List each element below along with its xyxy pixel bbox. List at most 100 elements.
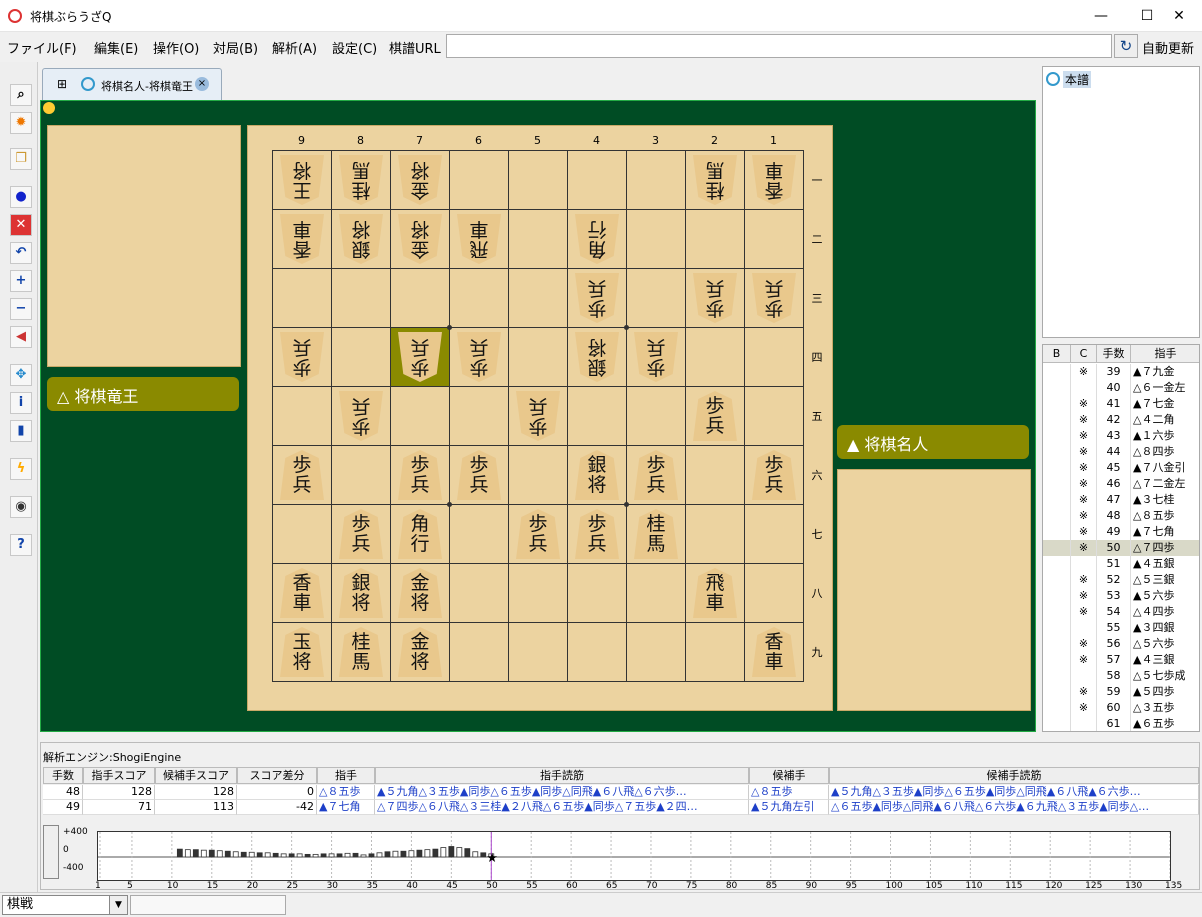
sente-piece[interactable]: 飛車: [693, 568, 737, 618]
analysis-header[interactable]: 候補手: [749, 767, 829, 784]
sente-piece[interactable]: 歩兵: [693, 391, 737, 441]
board-square[interactable]: [745, 564, 804, 623]
board-square[interactable]: [273, 269, 332, 328]
board-square[interactable]: [450, 623, 509, 682]
tab-game[interactable]: ⊞ 将棋名人-将棋竜王 ×: [42, 68, 222, 100]
sente-piece-stand[interactable]: [837, 469, 1031, 711]
board-square[interactable]: [509, 446, 568, 505]
kifu-row[interactable]: ※ 56 △５六歩: [1043, 636, 1199, 652]
analysis-header[interactable]: 候補手読筋: [829, 767, 1199, 784]
kifu-row[interactable]: ※ 47 ▲３七桂: [1043, 492, 1199, 508]
analysis-cell[interactable]: 71: [83, 800, 155, 815]
analysis-cell[interactable]: ▲５九角△３五歩▲同歩△６五歩▲同歩△同飛▲６八飛▲６六歩…: [829, 785, 1199, 800]
board-square[interactable]: [391, 269, 450, 328]
analysis-cell[interactable]: 0: [237, 785, 317, 800]
minus-icon[interactable]: −: [10, 298, 32, 320]
gote-piece[interactable]: 歩兵: [457, 332, 501, 382]
board-square[interactable]: [686, 623, 745, 682]
board-square[interactable]: [686, 446, 745, 505]
board-square[interactable]: [627, 564, 686, 623]
refresh-icon[interactable]: ↻: [1114, 34, 1138, 58]
kifu-header-move[interactable]: 指手: [1131, 345, 1199, 363]
kifu-row[interactable]: ※ 50 △７四歩: [1043, 540, 1199, 556]
analysis-cell[interactable]: ▲７七角: [317, 800, 375, 815]
analysis-cell[interactable]: 128: [155, 785, 237, 800]
board-square[interactable]: [273, 505, 332, 564]
sente-piece[interactable]: 桂馬: [634, 509, 678, 559]
board-square[interactable]: [509, 151, 568, 210]
kifu-row[interactable]: 51 ▲４五銀: [1043, 556, 1199, 572]
copy-icon[interactable]: ❐: [10, 148, 32, 170]
board-square[interactable]: [627, 623, 686, 682]
board-square[interactable]: [627, 210, 686, 269]
kifu-row[interactable]: 61 ▲６五歩: [1043, 716, 1199, 731]
kifu-row[interactable]: ※ 45 ▲７八金引: [1043, 460, 1199, 476]
analysis-header[interactable]: 手数: [43, 767, 83, 784]
analysis-cell[interactable]: △７四歩△６八飛△３三桂▲２八飛△６五歩▲同歩△７五歩▲２四…: [375, 800, 749, 815]
menu-file[interactable]: ファイル(F): [7, 38, 77, 57]
board-square[interactable]: [509, 623, 568, 682]
sente-piece[interactable]: 歩兵: [339, 509, 383, 559]
menu-match[interactable]: 対局(B): [213, 38, 258, 57]
analysis-cell[interactable]: △６五歩▲同歩△同飛▲６八飛△６六歩▲６九飛△３五歩▲同歩△…: [829, 800, 1199, 815]
gote-piece[interactable]: 飛車: [457, 214, 501, 264]
sente-piece[interactable]: 玉将: [280, 627, 324, 677]
board-square[interactable]: [627, 387, 686, 446]
undo-icon[interactable]: ↶: [10, 242, 32, 264]
kifu-row[interactable]: ※ 46 △７二金左: [1043, 476, 1199, 492]
sente-piece[interactable]: 歩兵: [634, 450, 678, 500]
info-icon[interactable]: i: [10, 392, 32, 414]
gote-piece[interactable]: 桂馬: [339, 155, 383, 205]
board-square[interactable]: [745, 210, 804, 269]
board-square[interactable]: [627, 151, 686, 210]
analysis-cell[interactable]: 128: [83, 785, 155, 800]
kifu-header-c[interactable]: C: [1071, 345, 1097, 363]
kifu-row[interactable]: ※ 44 △８四歩: [1043, 444, 1199, 460]
auto-update-button[interactable]: 自動更新: [1142, 38, 1194, 57]
analysis-cell[interactable]: 48: [43, 785, 83, 800]
gote-piece[interactable]: 桂馬: [693, 155, 737, 205]
board-square[interactable]: [568, 151, 627, 210]
board-square[interactable]: [450, 151, 509, 210]
gote-piece[interactable]: 香車: [280, 214, 324, 264]
board-square[interactable]: [686, 328, 745, 387]
kifu-row[interactable]: 58 △５七歩成: [1043, 668, 1199, 684]
gote-piece[interactable]: 金将: [398, 214, 442, 264]
gote-piece-stand[interactable]: [47, 125, 241, 367]
board-square[interactable]: [450, 505, 509, 564]
stop-red-icon[interactable]: ✕: [10, 214, 32, 236]
kifu-row[interactable]: ※ 53 ▲５六歩: [1043, 588, 1199, 604]
kifu-row[interactable]: ※ 43 ▲１六歩: [1043, 428, 1199, 444]
kifu-row[interactable]: ※ 42 △４二角: [1043, 412, 1199, 428]
gote-piece[interactable]: 歩兵: [752, 273, 796, 323]
evaluation-graph[interactable]: ★: [97, 831, 1171, 881]
speaker-icon[interactable]: ◀: [10, 326, 32, 348]
help-icon[interactable]: ?: [10, 534, 32, 556]
analysis-header[interactable]: スコア差分: [237, 767, 317, 784]
analysis-cell[interactable]: ▲５九角左引: [749, 800, 829, 815]
graph-slider[interactable]: [43, 825, 59, 879]
board-square[interactable]: [509, 210, 568, 269]
tree-root[interactable]: 本譜: [1063, 71, 1092, 88]
gote-piece[interactable]: 銀将: [575, 332, 619, 382]
analysis-cell[interactable]: 49: [43, 800, 83, 815]
kifu-row[interactable]: ※ 59 ▲５四歩: [1043, 684, 1199, 700]
analysis-header[interactable]: 指手: [317, 767, 375, 784]
kifu-row[interactable]: ※ 52 △５三銀: [1043, 572, 1199, 588]
sente-piece[interactable]: 歩兵: [516, 509, 560, 559]
gote-piece[interactable]: 銀将: [339, 214, 383, 264]
board-square[interactable]: [686, 210, 745, 269]
board-square[interactable]: [627, 269, 686, 328]
gote-piece[interactable]: 歩兵: [575, 273, 619, 323]
sente-piece[interactable]: 銀将: [575, 450, 619, 500]
board-square[interactable]: [568, 623, 627, 682]
search-icon[interactable]: ⌕: [10, 84, 32, 106]
kifu-row[interactable]: ※ 39 ▲７九金: [1043, 364, 1199, 380]
stop-icon[interactable]: ◉: [10, 496, 32, 518]
board-square[interactable]: [450, 269, 509, 328]
record-icon[interactable]: ●: [10, 186, 32, 208]
analysis-cell[interactable]: 113: [155, 800, 237, 815]
gote-piece[interactable]: 王将: [280, 155, 324, 205]
kifu-row[interactable]: ※ 54 △４四歩: [1043, 604, 1199, 620]
chevron-down-icon[interactable]: ▼: [109, 896, 127, 914]
